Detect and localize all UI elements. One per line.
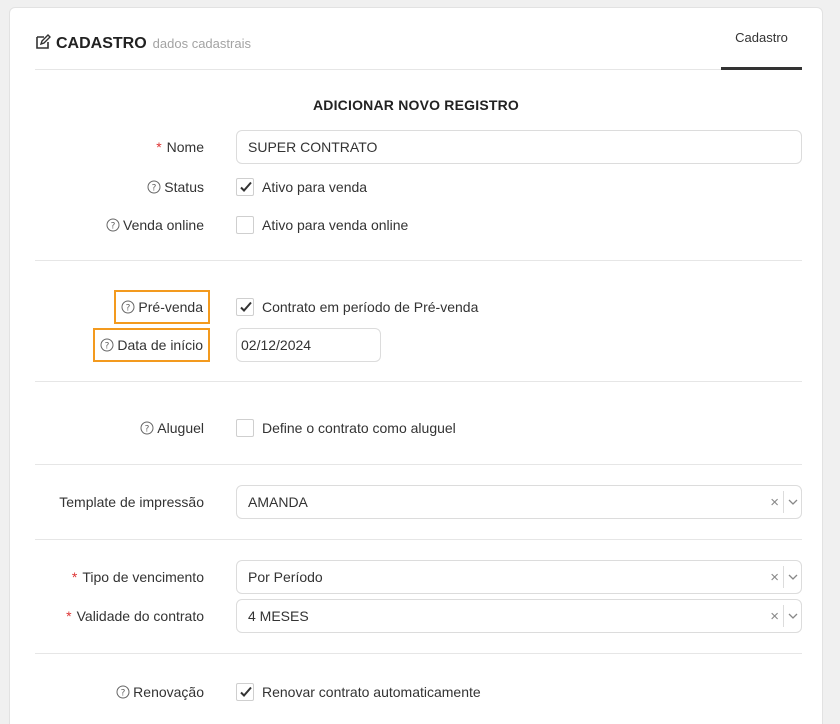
renovacao-checkbox-group: Renovar contrato automaticamente xyxy=(236,675,481,709)
row-tipo-vencimento: * Tipo de vencimento Por Período × xyxy=(10,560,822,594)
tab-cadastro[interactable]: Cadastro xyxy=(721,8,802,70)
check-icon xyxy=(240,301,252,312)
required-mark: * xyxy=(156,139,162,155)
status-label: ? Status xyxy=(147,170,204,204)
nome-label-text: Nome xyxy=(166,139,204,155)
pre-venda-label-text: Pré-venda xyxy=(138,299,203,315)
tipo-vencimento-value: Por Período xyxy=(248,569,323,585)
renovacao-checkbox-label[interactable]: Renovar contrato automaticamente xyxy=(262,684,481,700)
divider xyxy=(35,464,802,465)
help-circle-icon: ? xyxy=(121,300,135,314)
page-subtitle: dados cadastrais xyxy=(152,36,251,51)
template-label: Template de impressão xyxy=(59,485,204,519)
aluguel-checkbox-label[interactable]: Define o contrato como aluguel xyxy=(262,420,456,436)
aluguel-label: ? Aluguel xyxy=(140,411,204,445)
tipo-vencimento-select[interactable]: Por Período × xyxy=(236,560,802,594)
row-venda-online: ? Venda online Ativo para venda online xyxy=(10,208,822,242)
divider xyxy=(35,539,802,540)
nome-value: SUPER CONTRATO xyxy=(248,139,378,155)
row-aluguel: ? Aluguel Define o contrato como aluguel xyxy=(10,411,822,445)
help-circle-icon: ? xyxy=(147,180,161,194)
help-circle-icon: ? xyxy=(140,421,154,435)
renovacao-checkbox[interactable] xyxy=(236,683,254,701)
select-separator xyxy=(783,605,784,627)
row-validade: * Validade do contrato 4 MESES × xyxy=(10,599,822,633)
chevron-down-icon[interactable] xyxy=(788,611,798,621)
template-value: AMANDA xyxy=(248,494,308,510)
check-icon xyxy=(240,181,252,192)
svg-text:?: ? xyxy=(126,304,131,314)
venda-online-label: ? Venda online xyxy=(106,208,204,242)
validade-select[interactable]: 4 MESES × xyxy=(236,599,802,633)
venda-online-checkbox-group: Ativo para venda online xyxy=(236,208,408,242)
template-select[interactable]: AMANDA × xyxy=(236,485,802,519)
renovacao-label-text: Renovação xyxy=(133,684,204,700)
status-checkbox-label[interactable]: Ativo para venda xyxy=(262,179,367,195)
chevron-down-icon[interactable] xyxy=(788,497,798,507)
header-title: CADASTRO dados cadastrais xyxy=(35,32,251,53)
nome-label: * Nome xyxy=(156,130,204,164)
required-mark: * xyxy=(71,569,78,585)
svg-text:?: ? xyxy=(111,222,116,232)
validade-value: 4 MESES xyxy=(248,608,309,624)
data-inicio-input[interactable]: 02/12/2024 xyxy=(236,328,381,362)
edit-icon xyxy=(36,34,51,49)
aluguel-checkbox[interactable] xyxy=(236,419,254,437)
help-circle-icon: ? xyxy=(116,685,130,699)
chevron-down-icon[interactable] xyxy=(788,572,798,582)
pre-venda-checkbox-group: Contrato em período de Pré-venda xyxy=(236,290,478,324)
svg-text:?: ? xyxy=(121,689,126,699)
nome-input[interactable]: SUPER CONTRATO xyxy=(236,130,802,164)
clear-icon[interactable]: × xyxy=(770,561,779,593)
status-label-text: Status xyxy=(164,179,204,195)
row-pre-venda: ? Pré-venda Contrato em período de Pré-v… xyxy=(10,290,822,324)
page-title: CADASTRO xyxy=(56,35,147,52)
clear-icon[interactable]: × xyxy=(770,600,779,632)
svg-text:?: ? xyxy=(105,342,110,352)
form-title: ADICIONAR NOVO REGISTRO xyxy=(312,97,520,113)
validade-label: * Validade do contrato xyxy=(66,599,204,633)
venda-online-label-text: Venda online xyxy=(123,217,204,233)
aluguel-checkbox-group: Define o contrato como aluguel xyxy=(236,411,456,445)
tipo-vencimento-label: * Tipo de vencimento xyxy=(72,560,204,594)
row-renovacao: ? Renovação Renovar contrato automaticam… xyxy=(10,675,822,709)
select-separator xyxy=(783,491,784,513)
venda-online-checkbox[interactable] xyxy=(236,216,254,234)
form-card: CADASTRO dados cadastrais Cadastro ADICI… xyxy=(9,7,823,724)
divider xyxy=(35,260,802,261)
data-inicio-value: 02/12/2024 xyxy=(241,337,312,353)
svg-text:?: ? xyxy=(152,184,157,194)
data-inicio-label-text: Data de início xyxy=(117,337,203,353)
pre-venda-checkbox-label[interactable]: Contrato em período de Pré-venda xyxy=(262,299,478,315)
renovacao-label: ? Renovação xyxy=(116,675,204,709)
svg-text:?: ? xyxy=(145,425,150,435)
divider xyxy=(35,381,802,382)
select-separator xyxy=(783,566,784,588)
help-circle-icon: ? xyxy=(100,338,114,352)
check-icon xyxy=(240,686,252,697)
required-mark: * xyxy=(66,608,72,624)
tipo-vencimento-label-text: Tipo de vencimento xyxy=(82,569,204,585)
validade-label-text: Validade do contrato xyxy=(76,608,204,624)
status-checkbox-group: Ativo para venda xyxy=(236,170,367,204)
divider xyxy=(35,653,802,654)
help-circle-icon: ? xyxy=(106,218,120,232)
pre-venda-label: ? Pré-venda xyxy=(114,290,210,324)
row-nome: * Nome SUPER CONTRATO xyxy=(10,130,822,164)
status-checkbox[interactable] xyxy=(236,178,254,196)
venda-online-checkbox-label[interactable]: Ativo para venda online xyxy=(262,217,408,233)
row-template: Template de impressão AMANDA × xyxy=(10,485,822,519)
pre-venda-checkbox[interactable] xyxy=(236,298,254,316)
clear-icon[interactable]: × xyxy=(770,486,779,518)
aluguel-label-text: Aluguel xyxy=(157,420,204,436)
row-data-inicio: ? Data de início 02/12/2024 xyxy=(10,328,822,362)
data-inicio-label: ? Data de início xyxy=(93,328,210,362)
card-header: CADASTRO dados cadastrais Cadastro xyxy=(35,8,802,70)
row-status: ? Status Ativo para venda xyxy=(10,170,822,204)
template-label-text: Template de impressão xyxy=(59,494,204,510)
